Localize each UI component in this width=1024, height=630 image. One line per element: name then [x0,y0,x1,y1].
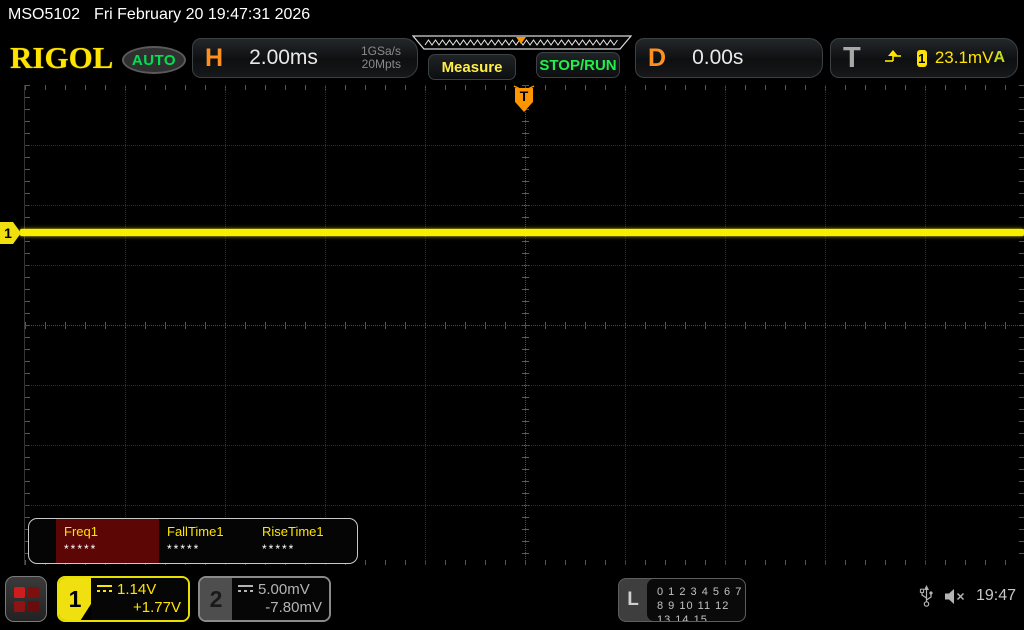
trigger-settings-box[interactable]: T 1 23.1mV A [830,38,1018,78]
trigger-status-label: AUTO [132,52,176,69]
horizontal-settings-box[interactable]: H 2.00ms 1GSa/s 20Mpts [192,38,418,78]
logic-tab[interactable]: L [619,579,647,621]
measure-button-label: Measure [442,59,503,76]
usb-icon [919,584,934,608]
measurement-item-falltime1[interactable]: FallTime1 ***** [159,519,254,563]
clock-text: 19:47 [976,587,1016,605]
main-menu-button[interactable] [5,576,47,622]
channel1-scale: 1.14V [117,581,156,598]
rising-edge-icon [883,47,903,70]
ch1-level-marker[interactable]: 1 [0,222,21,244]
header-bar: RIGOL AUTO H 2.00ms 1GSa/s 20Mpts Measur… [0,30,1024,85]
sound-muted-icon[interactable] [944,588,966,605]
channel1-tab[interactable]: 1 [59,578,91,620]
channel2-status-widget[interactable]: 2 5.00mV -7.80mV [198,576,331,622]
graticule-grid [24,85,1024,565]
logic-channels-widget[interactable]: L 0 1 2 3 4 5 6 7 8 9 10 11 12 13 14 15 [618,578,746,622]
dc-coupling-icon [238,585,253,594]
logic-channels-row2: 8 9 10 11 12 13 14 15 [657,599,745,622]
stop-run-label: STOP/RUN [539,57,616,74]
model-name: MSO5102 [8,6,80,24]
channel1-status-widget[interactable]: 1 1.14V +1.77V [57,576,190,622]
measurement-label: Freq1 [64,524,159,539]
timebase-value: 2.00ms [249,46,318,70]
trigger-source-number: 1 [918,51,925,66]
memory-position-strip[interactable] [412,35,632,51]
delay-label: D [648,44,666,73]
waveform-display-area[interactable]: 1 T [0,85,1024,565]
trigger-label: T [843,42,861,75]
measurement-value: ***** [64,542,159,556]
horizontal-label: H [205,44,223,73]
trigger-sweep-mode: A [993,49,1005,67]
channel2-offset: -7.80mV [238,599,322,616]
dc-coupling-icon [97,585,112,594]
memory-depth: 20Mpts [362,57,401,71]
status-bar: MSO5102 Fri February 20 19:47:31 2026 [0,0,1024,30]
measurement-label: RiseTime1 [262,524,349,539]
measurement-results-box[interactable]: Freq1 ***** FallTime1 ***** RiseTime1 **… [28,518,358,564]
trigger-level-value: 23.1mV [935,48,994,68]
measure-button[interactable]: Measure [428,54,516,80]
sample-rate: 1GSa/s [361,44,401,58]
rigol-logo: RIGOL [10,40,113,76]
channel1-offset: +1.77V [97,599,181,616]
channel2-number: 2 [210,586,223,613]
waveform-trace-ch1 [20,229,1024,236]
datetime-text: Fri February 20 19:47:31 2026 [94,6,310,24]
delay-value: 0.00s [692,46,743,70]
channel1-number: 1 [69,586,82,613]
measurement-value: ***** [262,542,349,556]
delay-settings-box[interactable]: D 0.00s [635,38,823,78]
logic-channels-row1: 0 1 2 3 4 5 6 7 [657,585,745,599]
stop-run-button[interactable]: STOP/RUN [536,52,620,78]
menu-grid-icon [14,587,25,598]
trigger-marker-label: T [520,88,529,104]
measurement-item-freq1[interactable]: Freq1 ***** [56,519,159,563]
ch1-marker-label: 1 [4,225,12,241]
trigger-source-badge: 1 [917,50,927,67]
measurement-value: ***** [167,542,254,556]
trigger-status-badge[interactable]: AUTO [122,46,186,74]
measurement-label: FallTime1 [167,524,254,539]
channel2-scale: 5.00mV [258,581,310,598]
measurement-item-risetime1[interactable]: RiseTime1 ***** [254,519,349,563]
bottom-bar: 1 1.14V +1.77V 2 5.00mV -7.80mV L 0 1 2 … [0,570,1024,630]
channel2-tab[interactable]: 2 [200,578,232,620]
